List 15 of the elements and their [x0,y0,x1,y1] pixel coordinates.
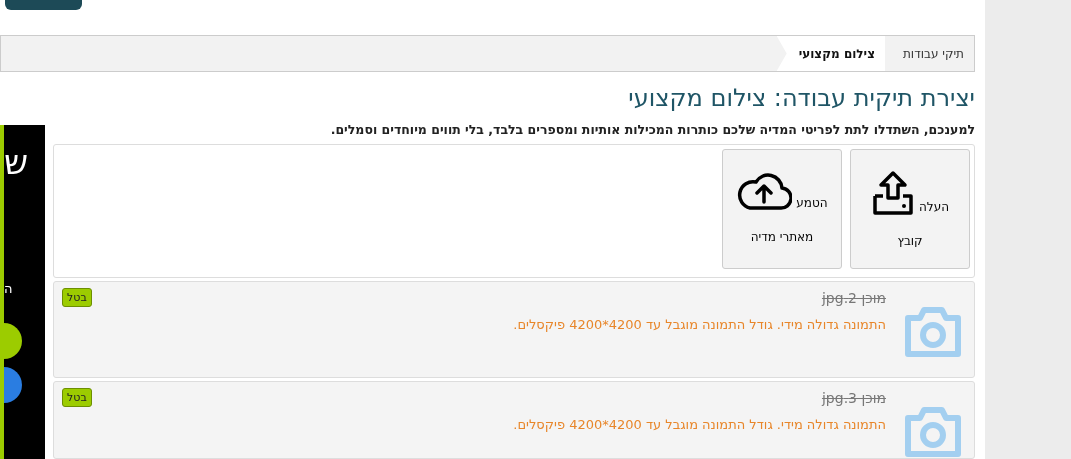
file-name: מוכן 3.jpg [820,388,886,408]
cancel-button[interactable]: בטל [62,387,92,407]
banner-text: ה [4,280,13,298]
banner-heading: ש [4,145,29,179]
page-title: יצירת תיקית עבודה: צילום מקצועי [627,84,975,113]
instruction-text: למענכם, השתדלו לתת לפריטי המדיה שלכם כותרות המכילות אותיות ומספרים בלבד, בלי תווים מיוחדים וסמלים. [329,120,975,139]
breadcrumb-link[interactable]: תיקי עבודות [885,36,974,71]
embed-media-button[interactable]: הטמע מאתרי מדיה [722,148,842,269]
error-message: התמונה גדולה מידי. גודל התמונה מוגבל עד 4200*4200 פיקסלים. [512,315,886,334]
upload-icon [871,169,915,216]
file-name: מוכן 2.jpg [820,288,886,308]
cancel-button[interactable]: בטל [62,287,92,307]
breadcrumb-link[interactable]: צילום מקצועי [776,36,885,71]
error-message: התמונה גדולה מידי. גודל התמונה מוגבל עד 4200*4200 פיקסלים. [512,415,886,434]
upload-file-button[interactable]: העלה קובץ [850,148,970,269]
